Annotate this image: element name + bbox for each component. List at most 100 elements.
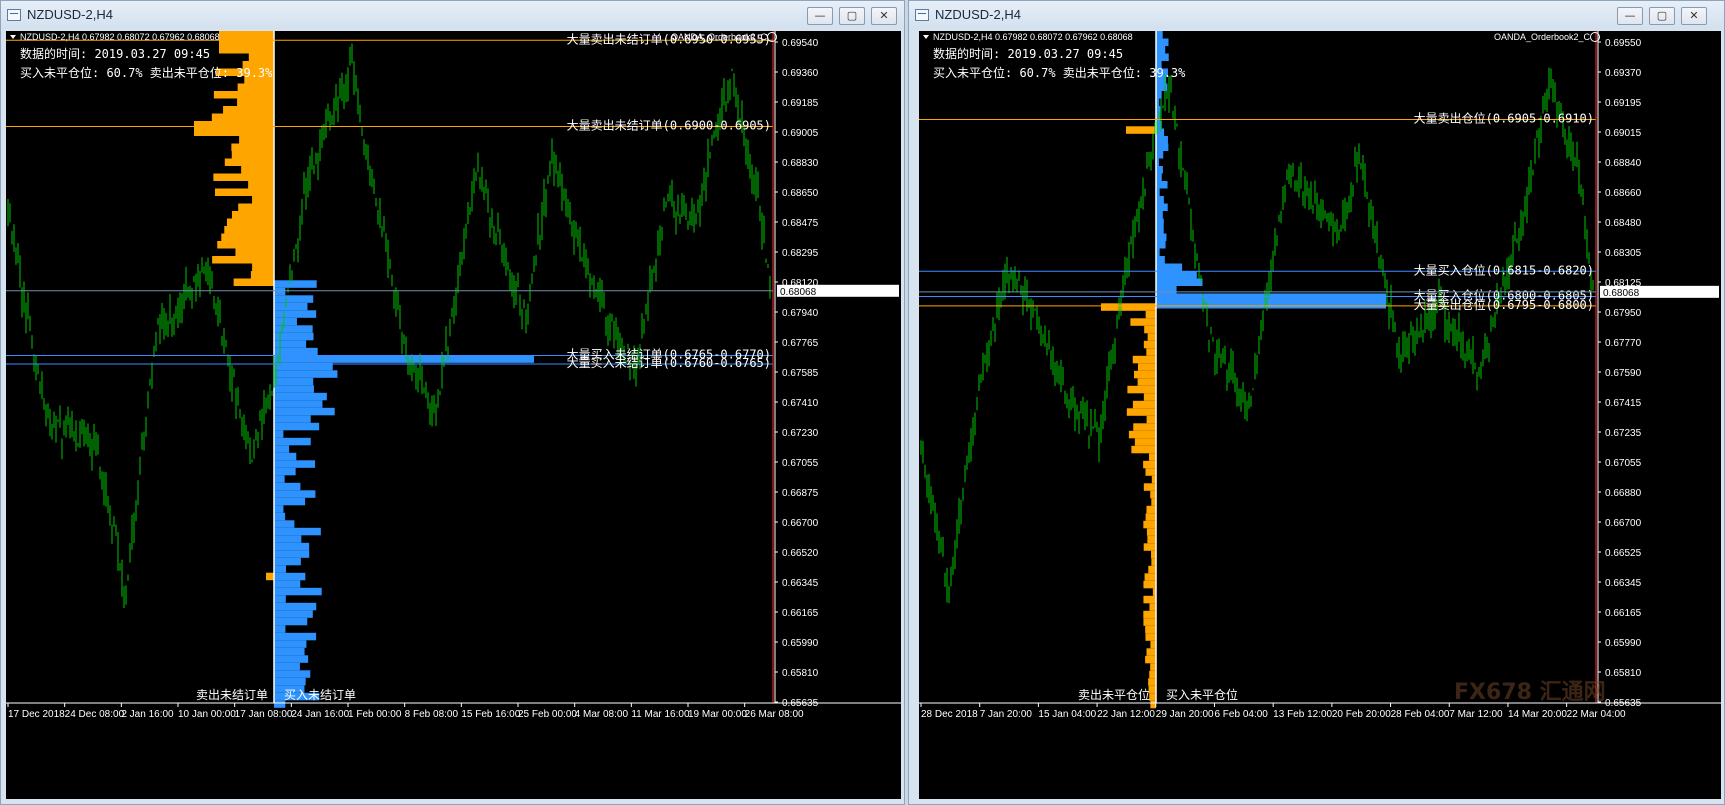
price-tick-label: 0.66520 — [782, 548, 819, 559]
buy-position-bar — [1156, 31, 1163, 39]
price-tick-label: 0.67765 — [782, 338, 819, 349]
sell-position-bar — [1150, 640, 1156, 649]
sell-order-bar — [214, 188, 274, 196]
close-button[interactable]: ✕ — [871, 7, 897, 25]
buy-position-bar — [1156, 233, 1167, 241]
chart-window-left[interactable]: NZDUSD-2,H4 — ▢ ✕ 大量卖出未结订单(0.6950-0.6955… — [0, 0, 905, 805]
sell-order-bar — [231, 211, 274, 219]
price-tick-label: 0.66525 — [1605, 548, 1642, 559]
collapse-triangle-icon[interactable] — [923, 35, 929, 39]
buy-order-bar — [274, 280, 317, 288]
price-tick-label: 0.68660 — [1605, 188, 1642, 199]
sell-order-bar — [241, 166, 274, 174]
buy-order-bar — [274, 520, 295, 528]
buy-order-bar — [274, 415, 311, 423]
sell-order-bar — [213, 91, 274, 99]
sell-order-bar — [219, 46, 274, 54]
buy-order-bar — [274, 377, 314, 386]
time-tick-label: 17 Dec 2018 — [8, 709, 65, 720]
buy-position-bar — [1156, 218, 1164, 226]
sell-position-bar — [1143, 393, 1156, 401]
sell-position-bar — [1147, 535, 1156, 544]
sell-position-bar — [1145, 633, 1156, 641]
window-title: NZDUSD-2,H4 — [935, 7, 1021, 22]
buy-order-bar — [274, 535, 302, 543]
price-tick-label: 0.69360 — [782, 68, 819, 79]
time-tick-label: 22 Jan 12:00 — [1097, 709, 1155, 720]
sell-position-bar — [1145, 468, 1156, 476]
price-chart-right[interactable]: 大量卖出仓位(0.6905-0.6910) 大量买入仓位(0.6815-0.682… — [919, 31, 1721, 799]
buy-position-bar — [1156, 91, 1162, 99]
sell-order-bar — [212, 256, 274, 264]
buy-position-bar — [1156, 271, 1197, 279]
buy-order-bar — [274, 640, 307, 648]
sell-position-bar — [1143, 543, 1156, 551]
price-tick-label: 0.67585 — [782, 368, 819, 379]
price-tick-label: 0.67235 — [1605, 428, 1642, 439]
buy-order-bar — [274, 460, 316, 468]
time-tick-label: 1 Feb 00:00 — [348, 709, 402, 720]
buy-position-bar — [1156, 83, 1168, 91]
sell-position-bar — [1132, 355, 1156, 364]
time-tick-label: 15 Jan 04:00 — [1038, 709, 1096, 720]
chart-canvas[interactable]: 大量卖出仓位(0.6905-0.6910) 大量买入仓位(0.6815-0.682… — [919, 31, 1721, 799]
price-tick-label: 0.69195 — [1605, 98, 1642, 109]
sell-position-bar — [1146, 648, 1156, 656]
time-tick-label: 25 Feb 00:00 — [518, 709, 577, 720]
level-label: 大量卖出未结订单(0.6900-0.6905) — [567, 119, 771, 133]
level-label: 大量买入仓位(0.6815-0.6820) — [1414, 262, 1594, 277]
price-tick-label: 0.65810 — [782, 668, 819, 679]
time-tick-label: 19 Mar 00:00 — [688, 709, 747, 720]
close-button[interactable]: ✕ — [1681, 7, 1707, 25]
title-bar[interactable]: NZDUSD-2,H4 — ▢ ✕ — [909, 1, 1724, 29]
sell-position-bar — [1149, 670, 1156, 679]
price-chart-left[interactable]: 大量卖出未结订单(0.6950-0.6955) 大量卖出未结订单(0.6900-0… — [6, 31, 901, 799]
sell-position-bar — [1145, 625, 1156, 634]
time-tick-label: 24 Jan 16:00 — [291, 709, 349, 720]
time-tick-label: 28 Dec 2018 — [921, 709, 978, 720]
sell-order-bar — [252, 263, 274, 271]
price-tick-label: 0.67590 — [1605, 368, 1642, 379]
time-tick-label: 17 Jan 08:00 — [235, 709, 293, 720]
sell-order-bar — [221, 233, 274, 241]
maximize-button[interactable]: ▢ — [839, 7, 865, 25]
chart-canvas[interactable]: 大量卖出未结订单(0.6950-0.6955)大量卖出未结订单(0.6900-0… — [6, 31, 901, 799]
sell-position-bar — [1150, 700, 1156, 709]
sell-position-bar — [1149, 603, 1156, 611]
minimize-button[interactable]: — — [1617, 7, 1643, 25]
collapse-triangle-icon[interactable] — [10, 35, 16, 39]
buy-order-bar — [274, 595, 286, 603]
time-tick-label: 11 Mar 16:00 — [631, 709, 690, 720]
sell-position-bar — [1145, 655, 1156, 664]
chart-window-right[interactable]: NZDUSD-2,H4 — ▢ ✕ 大量卖出仓位(0.6905-0.6910) 大… — [908, 0, 1725, 805]
sell-order-bar — [231, 143, 274, 151]
time-tick-label: 7 Jan 20:00 — [980, 709, 1033, 720]
price-tick-label: 0.68480 — [1605, 218, 1642, 229]
sell-order-bar — [194, 128, 274, 136]
buy-position-bar — [1156, 241, 1166, 249]
price-tick-label: 0.66700 — [1605, 518, 1642, 529]
buy-position-bar — [1156, 143, 1169, 151]
maximize-button[interactable]: ▢ — [1649, 7, 1675, 25]
price-tick-label: 0.69185 — [782, 98, 819, 109]
sell-order-bar — [219, 31, 274, 39]
sell-position-bar — [1133, 370, 1156, 379]
sell-order-bar — [248, 53, 274, 61]
sell-position-bar — [1126, 408, 1156, 416]
buy-position-bar — [1156, 286, 1177, 294]
buy-order-bar — [274, 580, 301, 588]
title-bar[interactable]: NZDUSD-2,H4 — ▢ ✕ — [1, 1, 904, 29]
buy-position-bar — [1156, 173, 1162, 181]
buy-order-bar — [274, 542, 310, 551]
minimize-button[interactable]: — — [807, 7, 833, 25]
sell-position-bar — [1137, 378, 1156, 386]
price-tick-label: 0.67950 — [1605, 308, 1642, 319]
buy-order-bar — [274, 587, 322, 596]
chart-window-icon — [915, 9, 929, 21]
time-tick-label: 6 Feb 04:00 — [1214, 709, 1268, 720]
current-price-label: 0.68068 — [1603, 288, 1640, 299]
buy-order-bar — [274, 385, 314, 393]
fx678-watermark: FX678 汇通网 — [1454, 680, 1606, 705]
buy-order-bar — [274, 482, 301, 491]
price-tick-label: 0.66345 — [1605, 578, 1642, 589]
